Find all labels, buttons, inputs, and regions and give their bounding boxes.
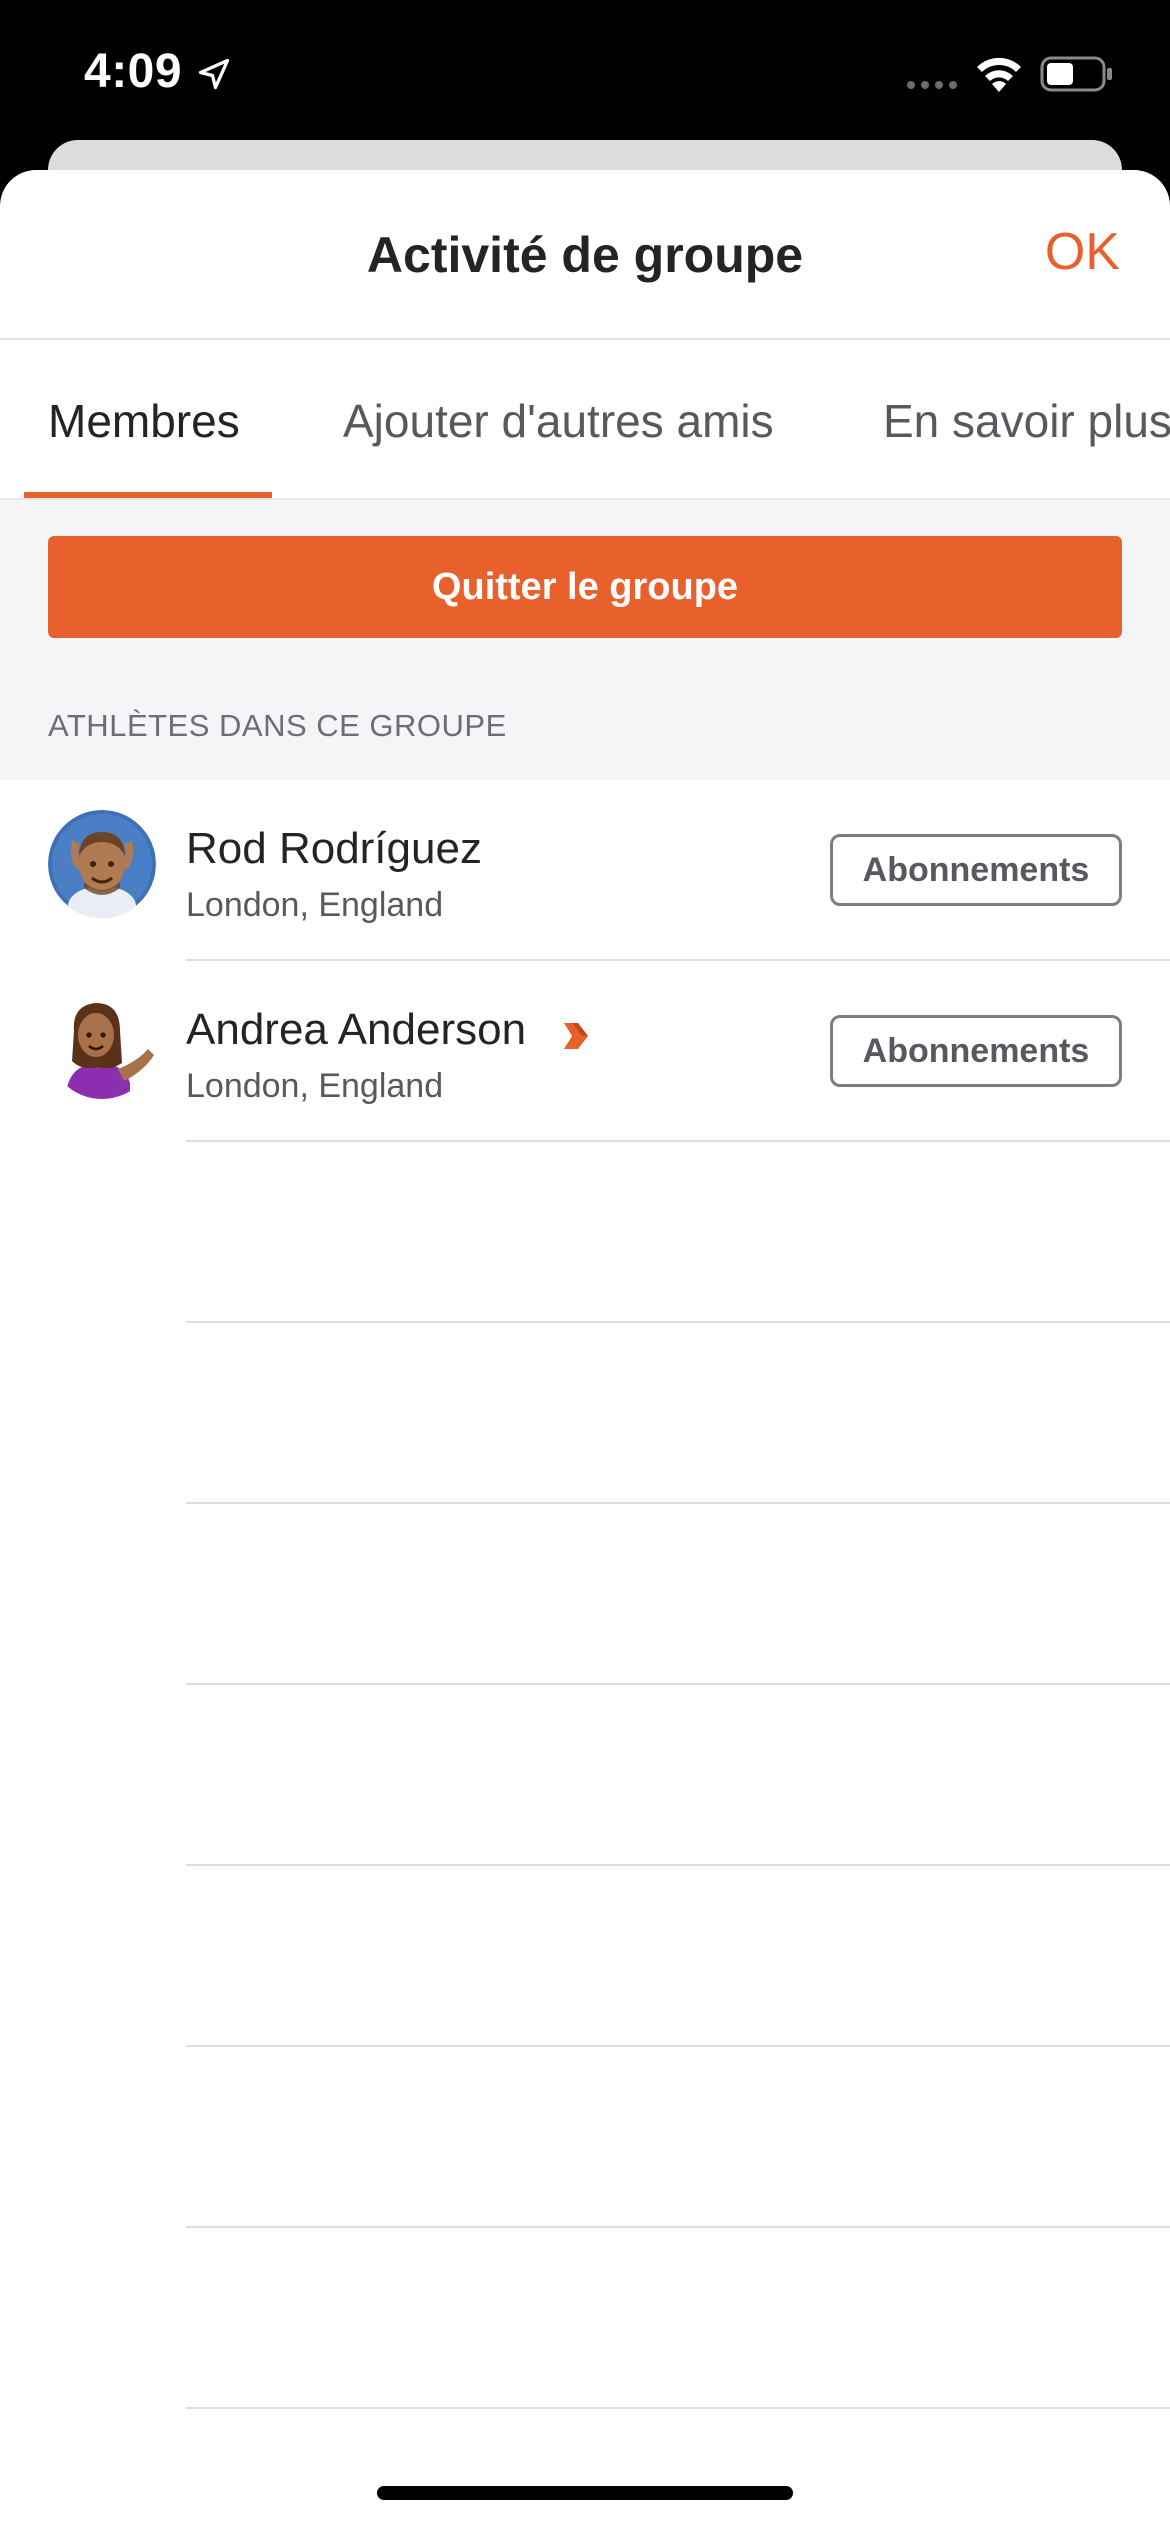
section-header: ATHLÈTES DANS CE GROUPE bbox=[48, 708, 507, 743]
ok-button[interactable]: OK bbox=[1045, 222, 1120, 282]
empty-row bbox=[0, 1142, 1170, 1323]
signal-icon bbox=[907, 81, 957, 89]
avatar[interactable] bbox=[48, 810, 156, 918]
nav-header: Activité de groupe OK bbox=[0, 170, 1170, 340]
athlete-location: London, England bbox=[186, 1067, 444, 1105]
page-title: Activité de groupe bbox=[366, 227, 804, 283]
follow-button[interactable]: Abonnements bbox=[830, 1015, 1122, 1087]
woman-avatar-icon bbox=[48, 991, 156, 1099]
empty-row bbox=[0, 2047, 1170, 2228]
athlete-list: Rod Rodríguez London, England Abonnement… bbox=[0, 780, 1170, 2532]
leave-group-button[interactable]: Quitter le groupe bbox=[48, 536, 1122, 638]
home-indicator[interactable] bbox=[377, 2486, 793, 2500]
empty-row bbox=[0, 1685, 1170, 1866]
subscriber-badge-icon bbox=[564, 1023, 588, 1049]
tab-members[interactable]: Membres bbox=[48, 394, 240, 448]
actions-area: Quitter le groupe ATHLÈTES DANS CE GROUP… bbox=[0, 500, 1170, 780]
active-tab-indicator bbox=[24, 492, 272, 498]
group-activity-sheet: Activité de groupe OK Membres Ajouter d'… bbox=[0, 170, 1170, 2532]
empty-row bbox=[0, 1504, 1170, 1685]
empty-row bbox=[0, 2228, 1170, 2409]
avatar[interactable] bbox=[48, 991, 156, 1099]
man-avatar-icon bbox=[48, 810, 156, 918]
status-time: 4:09 bbox=[84, 45, 183, 98]
location-arrow-icon bbox=[198, 58, 230, 90]
athlete-row[interactable]: Rod Rodríguez London, England Abonnement… bbox=[0, 780, 1170, 961]
tab-bar: Membres Ajouter d'autres amis En savoir … bbox=[0, 340, 1170, 500]
status-bar: 4:09 bbox=[0, 0, 1170, 140]
athlete-row[interactable]: Andrea Anderson London, England Abonneme… bbox=[0, 961, 1170, 1142]
tab-add-friends[interactable]: Ajouter d'autres amis bbox=[343, 394, 774, 448]
athlete-name[interactable]: Andrea Anderson bbox=[186, 1005, 526, 1055]
athlete-location: London, England bbox=[186, 886, 444, 924]
wifi-icon bbox=[977, 57, 1021, 92]
athlete-name[interactable]: Rod Rodríguez bbox=[186, 824, 482, 874]
battery-icon bbox=[1040, 56, 1112, 92]
empty-row bbox=[0, 1323, 1170, 1504]
follow-button[interactable]: Abonnements bbox=[830, 834, 1122, 906]
empty-row bbox=[0, 1866, 1170, 2047]
empty-row bbox=[0, 2409, 1170, 2532]
tab-learn-more[interactable]: En savoir plus bbox=[883, 394, 1170, 448]
